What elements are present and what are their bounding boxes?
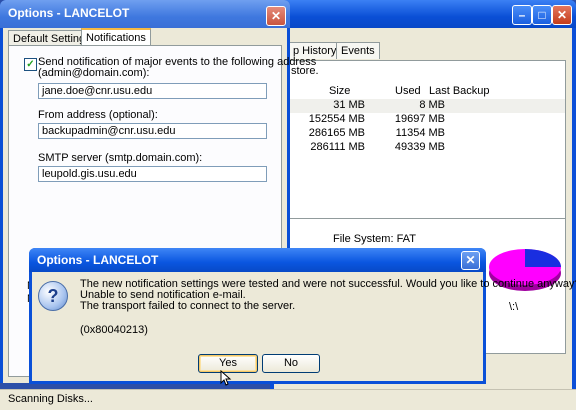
smtp-server-input[interactable]: leupold.gis.usu.edu xyxy=(38,166,267,182)
maximize-button[interactable]: □ xyxy=(532,5,552,25)
cell-size: 286111 MB xyxy=(310,141,365,153)
cell-size: 152554 MB xyxy=(308,113,365,125)
status-bar: Scanning Disks... xyxy=(0,389,576,410)
cell-used: 8 MB xyxy=(419,99,445,111)
minimize-button[interactable]: – xyxy=(512,5,532,25)
cell-size: 286165 MB xyxy=(308,127,365,139)
close-button[interactable]: ✕ xyxy=(552,5,572,25)
from-address-input[interactable]: backupadmin@cnr.usu.edu xyxy=(38,123,267,139)
mouse-cursor-icon xyxy=(220,370,232,386)
error-code: (0x80040213) xyxy=(80,324,148,336)
cell-size: 31 MB xyxy=(333,99,365,111)
table-row[interactable]: 31 MB 8 MB xyxy=(289,99,565,113)
col-used[interactable]: Used xyxy=(395,85,421,97)
status-text: Scanning Disks... xyxy=(8,393,93,405)
options-title: Options - LANCELOT xyxy=(8,6,130,20)
from-address-label: From address (optional): xyxy=(38,109,158,121)
email-address-input[interactable]: jane.doe@cnr.usu.edu xyxy=(38,83,267,99)
smtp-server-label: SMTP server (smtp.domain.com): xyxy=(38,152,203,164)
table-row[interactable]: 286165 MB 11354 MB xyxy=(289,127,565,141)
question-icon: ? xyxy=(38,281,68,311)
dialog-title: Options - LANCELOT xyxy=(37,253,159,267)
no-button[interactable]: No xyxy=(262,354,320,373)
drives-table-header: Size Used Last Backup xyxy=(289,83,565,99)
cell-used: 19697 MB xyxy=(394,113,445,125)
message-line-3: The transport failed to connect to the s… xyxy=(80,300,296,312)
tab-events[interactable]: Events xyxy=(336,42,380,59)
dialog-titlebar: Options - LANCELOT ✕ xyxy=(29,248,486,272)
dialog-client: ? The new notification settings were tes… xyxy=(32,272,576,381)
col-size[interactable]: Size xyxy=(329,85,350,97)
error-dialog: Options - LANCELOT ✕ ? The new notificat… xyxy=(29,248,576,384)
table-row[interactable]: 286111 MB 49339 MB xyxy=(289,141,565,155)
send-notification-checkbox[interactable]: ✓ xyxy=(24,58,37,71)
main-titlebar: – □ ✕ xyxy=(270,0,576,28)
file-system-label: File System: FAT xyxy=(333,233,416,245)
options-titlebar: Options - LANCELOT ✕ xyxy=(0,0,290,28)
col-last-backup[interactable]: Last Backup xyxy=(429,85,490,97)
cell-used: 49339 MB xyxy=(394,141,445,153)
cell-used: 11354 MB xyxy=(395,127,445,139)
options-close-button[interactable]: ✕ xyxy=(266,6,286,26)
checkbox-label-2: (admin@domain.com): xyxy=(38,67,150,79)
dialog-close-button[interactable]: ✕ xyxy=(461,251,480,270)
table-row[interactable]: 152554 MB 19697 MB xyxy=(289,113,565,127)
dialog-message: The new notification settings were teste… xyxy=(80,279,576,336)
